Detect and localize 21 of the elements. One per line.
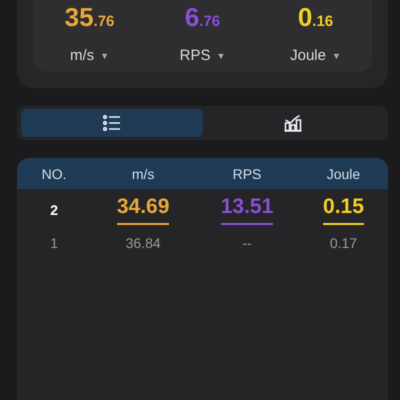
column-header: RPS bbox=[232, 166, 262, 182]
unit-dropdown[interactable]: RPS ▼ bbox=[180, 47, 226, 64]
reading-value: 0.16 bbox=[298, 2, 334, 34]
column-header: m/s bbox=[132, 166, 154, 182]
column-header: Joule bbox=[326, 166, 360, 182]
table-cell: 2 bbox=[50, 202, 58, 218]
table-cell: -- bbox=[242, 235, 252, 251]
list-tab[interactable] bbox=[21, 109, 202, 137]
table-cell: 0.17 bbox=[330, 235, 358, 251]
column-header: NO. bbox=[42, 166, 67, 182]
table-cell: 13.51 bbox=[220, 195, 274, 225]
table-cell: 36.84 bbox=[126, 235, 161, 251]
table-cell: 34.69 bbox=[116, 195, 170, 225]
table-cell: 0.15 bbox=[323, 195, 364, 225]
list-icon bbox=[102, 115, 121, 131]
unit-dropdown[interactable]: m/s ▼ bbox=[70, 47, 110, 64]
bar-chart-icon bbox=[284, 114, 302, 132]
table-cell: 1 bbox=[50, 235, 58, 251]
reading-value: 35.76 bbox=[64, 2, 114, 34]
reading-value: 6.76 bbox=[184, 2, 220, 34]
unit-dropdown[interactable]: Joule ▼ bbox=[290, 47, 341, 64]
